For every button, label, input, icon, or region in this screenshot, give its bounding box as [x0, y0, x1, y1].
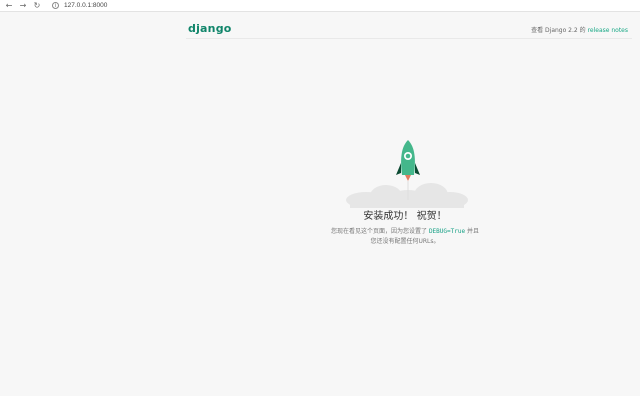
- rocket-icon: [396, 140, 420, 200]
- release-notes-link[interactable]: release notes: [588, 27, 628, 34]
- page-header: django 查看 Django 2.2 的 release notes: [186, 18, 632, 39]
- debug-setting-code: DEBUG=True: [428, 228, 466, 235]
- back-icon[interactable]: ←: [4, 1, 14, 11]
- desc-text-1: 您现在看见这个页面，因为您设置了: [331, 228, 428, 235]
- success-description: 您现在看见这个页面，因为您设置了 DEBUG=True 并且 您还没有配置任何U…: [300, 227, 510, 247]
- release-info: 查看 Django 2.2 的 release notes: [531, 25, 628, 34]
- address-bar[interactable]: i 127.0.0.1:8000: [52, 1, 552, 10]
- success-title: 安装成功！ 祝贺！: [363, 211, 447, 222]
- browser-toolbar: ← → ↻ i 127.0.0.1:8000: [0, 0, 640, 12]
- desc-text-3: 您还没有配置任何URLs。: [370, 238, 440, 245]
- reload-icon[interactable]: ↻: [32, 1, 42, 11]
- release-prefix: 查看 Django 2.2 的: [531, 27, 586, 34]
- desc-text-2: 并且: [466, 228, 479, 235]
- info-icon[interactable]: i: [52, 2, 59, 9]
- forward-icon[interactable]: →: [18, 1, 28, 11]
- django-logo[interactable]: django: [188, 22, 232, 35]
- url-text: 127.0.0.1:8000: [64, 2, 108, 9]
